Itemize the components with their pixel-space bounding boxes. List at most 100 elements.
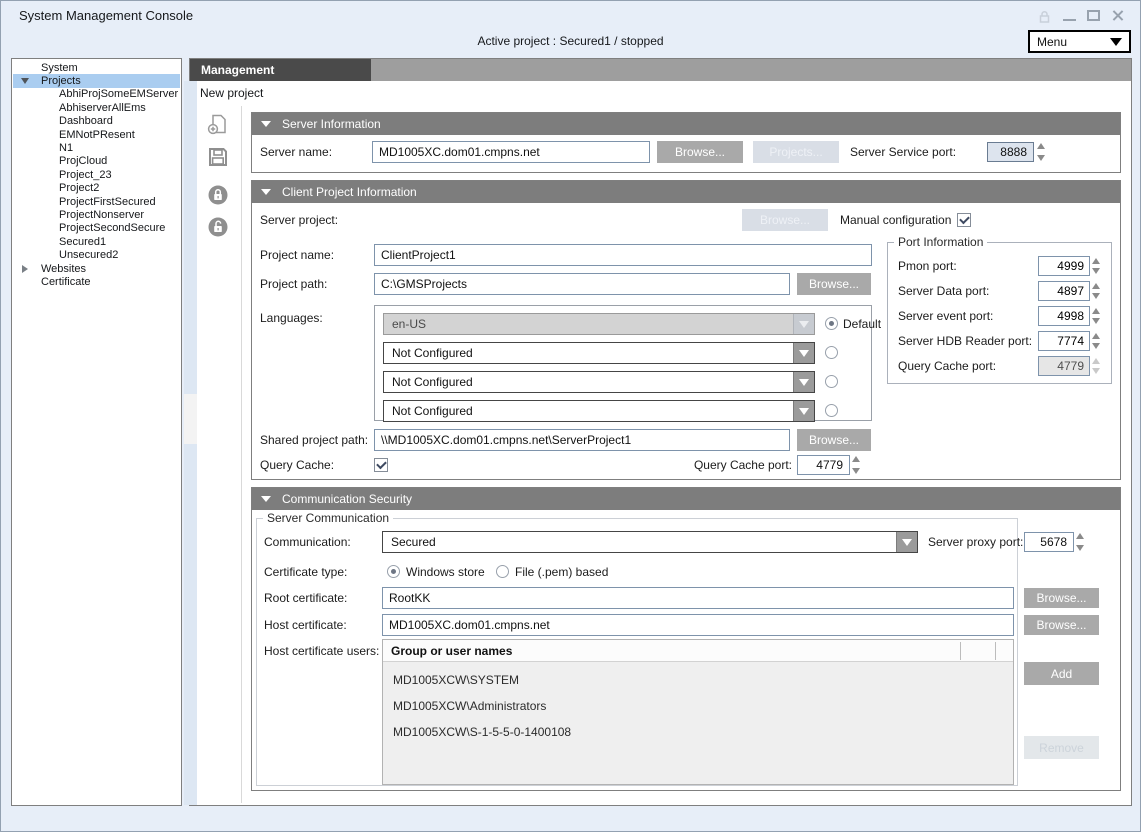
spinner-up-icon[interactable] (1076, 533, 1084, 539)
maximize-button[interactable] (1087, 10, 1100, 21)
form-scrollbar[interactable] (184, 81, 197, 805)
save-button[interactable] (207, 146, 229, 168)
tree-item[interactable]: EMNotPResent (13, 128, 180, 141)
language-4-default-radio[interactable] (825, 404, 838, 417)
port-spinner[interactable] (1092, 282, 1103, 300)
language-1-default-radio[interactable] (825, 317, 838, 330)
spinner-down-icon[interactable] (852, 468, 860, 474)
section-header[interactable]: Client Project Information (252, 181, 1120, 203)
spinner-down-icon[interactable] (1037, 155, 1045, 161)
spinner-down-icon[interactable] (1092, 293, 1100, 299)
query-cache-checkbox[interactable] (374, 458, 388, 472)
tab-management[interactable]: Management (190, 59, 371, 81)
tree-item[interactable]: Websites (13, 262, 180, 275)
spinner-down-icon[interactable] (1092, 343, 1100, 349)
add-user-button[interactable]: Add (1024, 662, 1099, 685)
project-path-input[interactable]: C:\GMSProjects (374, 273, 790, 295)
browse-shared-path-button[interactable]: Browse... (797, 429, 871, 451)
spinner-up-icon[interactable] (1092, 333, 1100, 339)
port-spinner[interactable] (1092, 332, 1103, 350)
tree-item[interactable]: N1 (13, 141, 180, 154)
browse-host-certificate-button[interactable]: Browse... (1024, 615, 1099, 635)
tree-expander-icon[interactable] (18, 78, 32, 84)
port-spinner[interactable] (1092, 257, 1103, 275)
list-item[interactable]: MD1005XCW\SYSTEM (383, 667, 1013, 693)
port-spinner[interactable] (1092, 357, 1103, 375)
language-4-dropdown[interactable]: Not Configured (383, 400, 815, 422)
users-list-header[interactable]: Group or user names (383, 640, 1013, 662)
language-3-default-radio[interactable] (825, 375, 838, 388)
communication-dropdown[interactable]: Secured (382, 531, 918, 553)
spinner-up-icon[interactable] (852, 456, 860, 462)
server-name-input[interactable]: MD1005XC.dom01.cmpns.net (372, 141, 650, 163)
host-certificate-input[interactable]: MD1005XC.dom01.cmpns.net (382, 614, 1014, 636)
spinner-down-icon[interactable] (1092, 368, 1100, 374)
chevron-down-icon[interactable] (793, 342, 815, 364)
tree-item[interactable]: Unsecured2 (13, 248, 180, 261)
port-field[interactable]: 4999 (1038, 256, 1090, 276)
tree-item[interactable]: System (13, 61, 180, 74)
list-item[interactable]: MD1005XCW\S-1-5-5-0-1400108 (383, 719, 1013, 745)
tree-item[interactable]: AbhiProjSomeEMServer (13, 88, 180, 101)
tree-item[interactable]: Project2 (13, 182, 180, 195)
browse-project-path-button[interactable]: Browse... (797, 273, 871, 295)
chevron-down-icon[interactable] (793, 371, 815, 393)
tree-item[interactable]: ProjectNonserver (13, 208, 180, 221)
port-field[interactable]: 7774 (1038, 331, 1090, 351)
spinner-up-icon[interactable] (1037, 143, 1045, 149)
new-project-button[interactable] (207, 113, 229, 135)
collapse-icon[interactable] (261, 121, 271, 127)
browse-root-certificate-button[interactable]: Browse... (1024, 588, 1099, 608)
server-proxy-port-field[interactable]: 5678 (1024, 532, 1074, 552)
shared-project-path-input[interactable]: \\MD1005XC.dom01.cmpns.net\ServerProject… (374, 429, 790, 451)
section-header[interactable]: Server Information (252, 113, 1120, 135)
section-header[interactable]: Communication Security (252, 488, 1120, 510)
tree-item[interactable]: Project_23 (13, 168, 180, 181)
spinner-up-icon[interactable] (1092, 258, 1100, 264)
collapse-icon[interactable] (261, 189, 271, 195)
service-port-field[interactable]: 8888 (987, 142, 1034, 162)
port-field[interactable]: 4998 (1038, 306, 1090, 326)
project-name-input[interactable]: ClientProject1 (374, 244, 872, 266)
chevron-down-icon[interactable] (896, 531, 918, 553)
root-certificate-input[interactable]: RootKK (382, 587, 1014, 609)
spinner-down-icon[interactable] (1092, 268, 1100, 274)
port-spinner[interactable] (1092, 307, 1103, 325)
minimize-button[interactable] (1063, 19, 1076, 21)
tree-item[interactable]: Certificate (13, 275, 180, 288)
language-2-default-radio[interactable] (825, 346, 838, 359)
tree-item[interactable]: Projects (13, 74, 180, 87)
tree-item[interactable]: AbhiserverAllEms (13, 101, 180, 114)
query-cache-port-spinner[interactable] (852, 455, 863, 475)
language-3-dropdown[interactable]: Not Configured (383, 371, 815, 393)
server-proxy-port-spinner[interactable] (1076, 532, 1087, 552)
spinner-up-icon[interactable] (1092, 308, 1100, 314)
spinner-up-icon[interactable] (1092, 283, 1100, 289)
lock-button[interactable] (207, 184, 229, 206)
menu-dropdown[interactable]: Menu (1028, 30, 1131, 53)
service-port-spinner[interactable] (1037, 142, 1048, 162)
chevron-down-icon[interactable] (793, 400, 815, 422)
port-label: Pmon port: (898, 259, 1038, 273)
query-cache-port-field[interactable]: 4779 (797, 455, 850, 475)
spinner-down-icon[interactable] (1092, 318, 1100, 324)
pem-based-radio[interactable] (496, 565, 509, 578)
port-field[interactable]: 4897 (1038, 281, 1090, 301)
list-item[interactable]: MD1005XCW\Administrators (383, 693, 1013, 719)
tree-item[interactable]: ProjCloud (13, 155, 180, 168)
tree-item[interactable]: Dashboard (13, 115, 180, 128)
collapse-icon[interactable] (261, 496, 271, 502)
language-2-dropdown[interactable]: Not Configured (383, 342, 815, 364)
browse-server-button[interactable]: Browse... (657, 141, 743, 163)
tree-item[interactable]: ProjectFirstSecured (13, 195, 180, 208)
port-field[interactable]: 4779 (1038, 356, 1090, 376)
manual-configuration-checkbox[interactable] (957, 213, 971, 227)
tree-expander-icon[interactable] (18, 265, 32, 273)
spinner-down-icon[interactable] (1076, 545, 1084, 551)
spinner-up-icon[interactable] (1092, 358, 1100, 364)
scrollbar-thumb[interactable] (184, 394, 197, 444)
unlock-button[interactable] (207, 216, 229, 238)
tree-item[interactable]: ProjectSecondSecure (13, 222, 180, 235)
windows-store-radio[interactable] (387, 565, 400, 578)
tree-item[interactable]: Secured1 (13, 235, 180, 248)
